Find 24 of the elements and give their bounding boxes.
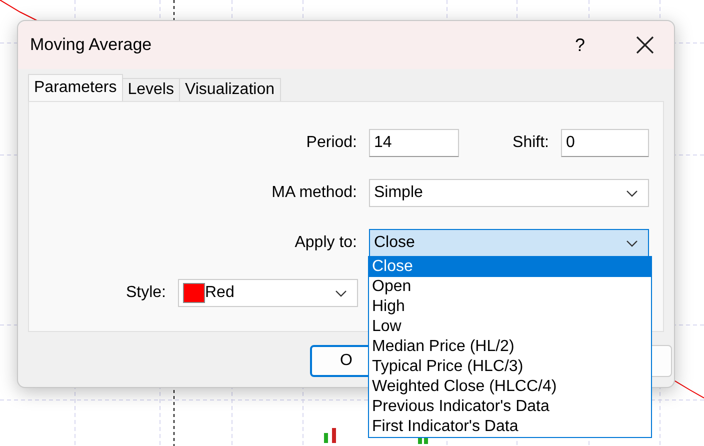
dropdown[interactable]: Close — [369, 229, 649, 257]
candle — [332, 428, 336, 443]
dropdown-option[interactable]: Close — [369, 257, 651, 277]
field-label: Style: — [124, 284, 166, 302]
dropdown-value: Red — [205, 284, 236, 302]
dropdown-value: Close — [374, 234, 416, 252]
window-title: Moving Average — [30, 35, 153, 55]
field-label: Period: — [305, 134, 357, 152]
dropdown[interactable]: Simple — [369, 179, 649, 207]
close-icon — [636, 36, 654, 54]
tab[interactable]: Visualization — [178, 78, 280, 101]
input-field[interactable]: 0 — [561, 129, 649, 157]
help-button[interactable]: ? — [560, 34, 600, 56]
chevron-down-icon — [335, 290, 347, 296]
candle — [324, 433, 328, 443]
field-label: Apply to: — [294, 234, 357, 252]
dropdown-value: Simple — [374, 184, 424, 202]
chevron-down-icon — [626, 190, 638, 196]
tab[interactable]: Parameters — [28, 74, 123, 101]
field-label: Shift: — [512, 134, 549, 152]
field-label: MA method: — [270, 184, 357, 202]
dropdown[interactable]: Red — [178, 279, 358, 307]
input-field[interactable]: 14 — [369, 129, 459, 157]
chevron-down-icon — [626, 240, 638, 246]
